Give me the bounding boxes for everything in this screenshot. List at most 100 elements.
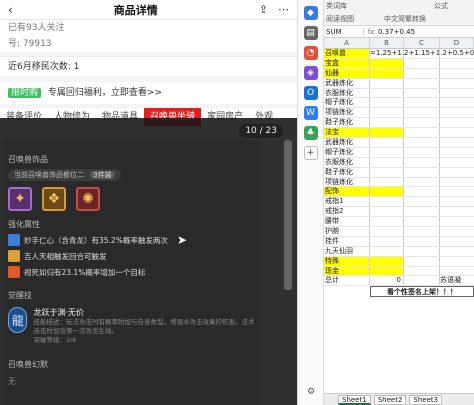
cell-b[interactable] (370, 266, 404, 276)
cell-d[interactable] (440, 237, 474, 246)
cell-a[interactable]: 腰带 (324, 217, 370, 227)
fx-icon[interactable]: fx (364, 28, 378, 36)
cell-a[interactable]: 武器炼化 (324, 138, 370, 147)
cell-d[interactable] (440, 257, 474, 266)
word-icon[interactable]: W (303, 106, 318, 120)
cell-b[interactable] (370, 88, 404, 98)
cell-a[interactable]: 鞋子炼化 (324, 167, 370, 177)
column-header-b[interactable]: B (370, 38, 404, 48)
cell-c[interactable] (404, 256, 440, 266)
cell-c[interactable] (404, 236, 440, 246)
cell-d[interactable] (440, 79, 474, 88)
cell-d[interactable] (440, 197, 474, 206)
cell-a[interactable]: 帽子炼化 (324, 147, 370, 157)
cell-d[interactable] (440, 49, 474, 58)
cell-a[interactable]: 鞋子炼化 (324, 118, 370, 128)
cell-b[interactable] (370, 68, 404, 78)
cell-b[interactable] (370, 157, 404, 167)
cell-a[interactable]: 戒指2 (324, 207, 370, 217)
cell-b[interactable] (370, 227, 404, 236)
settings-icon[interactable]: ⚙ (304, 385, 318, 399)
cell-b[interactable] (370, 236, 404, 246)
cell-b[interactable] (370, 108, 404, 118)
banner-cell[interactable]: 看个性签名上架！！！ (370, 286, 474, 298)
cell-b[interactable]: =1.25+1.2+1.15+1.2+0.5+0.37 (370, 49, 474, 58)
cell-c[interactable] (404, 246, 440, 256)
cell-c[interactable] (404, 108, 440, 118)
cell-d[interactable] (440, 108, 474, 117)
bookmark-icon[interactable]: ◆ (303, 6, 318, 20)
sheet-tab-2[interactable]: Sheet2 (373, 394, 407, 405)
cell-a[interactable]: 项链炼化 (324, 108, 370, 118)
cell-d[interactable] (440, 227, 474, 236)
cell-a[interactable]: 宝盒 (324, 58, 370, 68)
cell-c[interactable] (404, 78, 440, 88)
cell-d[interactable] (440, 267, 474, 276)
cell-b[interactable] (370, 207, 404, 217)
cell-a[interactable]: 特殊 (324, 256, 370, 266)
cell-c[interactable] (404, 128, 440, 138)
cell-a[interactable]: 九天仙羽 (324, 246, 370, 256)
more-icon[interactable]: ⋯ (278, 3, 289, 16)
tree-icon[interactable]: ♣ (303, 126, 318, 140)
cell-a[interactable]: 挂件 (324, 236, 370, 246)
cell-c[interactable] (404, 88, 440, 98)
cell-c[interactable] (404, 227, 440, 236)
cell-a[interactable]: 仙器 (324, 68, 370, 78)
ribbon-formula[interactable]: 公式 (434, 1, 448, 11)
cell-a[interactable]: 衣服炼化 (324, 88, 370, 98)
column-header-a[interactable]: A (324, 38, 370, 48)
cell-c[interactable] (404, 177, 440, 187)
cell-a[interactable]: 现金 (324, 266, 370, 276)
copy-icon[interactable]: ▤ (303, 26, 318, 40)
cell-c[interactable] (404, 98, 440, 108)
cell-d[interactable] (440, 158, 474, 167)
ribbon-dictionary[interactable]: 类词库 (326, 1, 347, 11)
cell-b[interactable] (370, 187, 404, 197)
cell-c[interactable] (404, 157, 440, 167)
cell-d[interactable] (440, 207, 474, 216)
plus-icon[interactable]: + (303, 146, 318, 160)
cell-d[interactable] (440, 98, 474, 107)
cell-b[interactable] (370, 197, 404, 207)
cell-d[interactable] (440, 247, 474, 256)
cell-a[interactable]: 项链炼化 (324, 177, 370, 187)
cell-b[interactable] (370, 177, 404, 187)
cell-b[interactable] (370, 147, 404, 157)
cell-a[interactable]: 配饰 (324, 187, 370, 197)
column-header-c[interactable]: C (404, 38, 440, 48)
cell-d[interactable] (440, 168, 474, 177)
cell-c[interactable] (404, 207, 440, 217)
cell-c[interactable] (404, 49, 440, 58)
outlook-icon[interactable]: O (303, 86, 318, 100)
cell-c[interactable] (404, 118, 440, 128)
cell-d[interactable] (440, 217, 474, 226)
cell-a[interactable]: 法宝 (324, 128, 370, 138)
sheet-tab-1[interactable]: Sheet1 (338, 394, 371, 405)
cell-b[interactable] (370, 217, 404, 227)
cell-b[interactable] (370, 98, 404, 108)
cell-b[interactable] (370, 58, 404, 68)
cell-b[interactable] (370, 167, 404, 177)
sheet-tab-3[interactable]: Sheet3 (409, 394, 443, 405)
cell-d[interactable] (440, 89, 474, 98)
cell-a[interactable]: 戒指1 (324, 197, 370, 207)
cell-d[interactable] (440, 128, 474, 137)
column-header-d[interactable]: D (440, 38, 474, 48)
cell-c[interactable] (404, 167, 440, 177)
cell-a[interactable]: 召唤兽 (324, 49, 370, 58)
cell-d[interactable] (440, 187, 474, 196)
cell-a[interactable]: 衣服炼化 (324, 157, 370, 167)
cell-a[interactable]: 总计 (324, 276, 370, 286)
ribbon-reading-view[interactable]: 阅读视图 (326, 14, 354, 24)
gem-icon[interactable]: ❖ (42, 187, 66, 211)
cell-a[interactable]: 护腕 (324, 227, 370, 236)
back-icon[interactable]: ‹ (8, 3, 13, 17)
cell-c[interactable] (404, 266, 440, 276)
cell-d[interactable] (440, 178, 474, 187)
formula-input[interactable]: 0.37+0.45 (378, 28, 415, 36)
share-icon[interactable]: ⇪ (259, 3, 268, 16)
office-icon[interactable]: ◈ (303, 66, 318, 80)
name-box[interactable]: SUM (324, 27, 364, 36)
cell-d[interactable] (440, 148, 474, 157)
